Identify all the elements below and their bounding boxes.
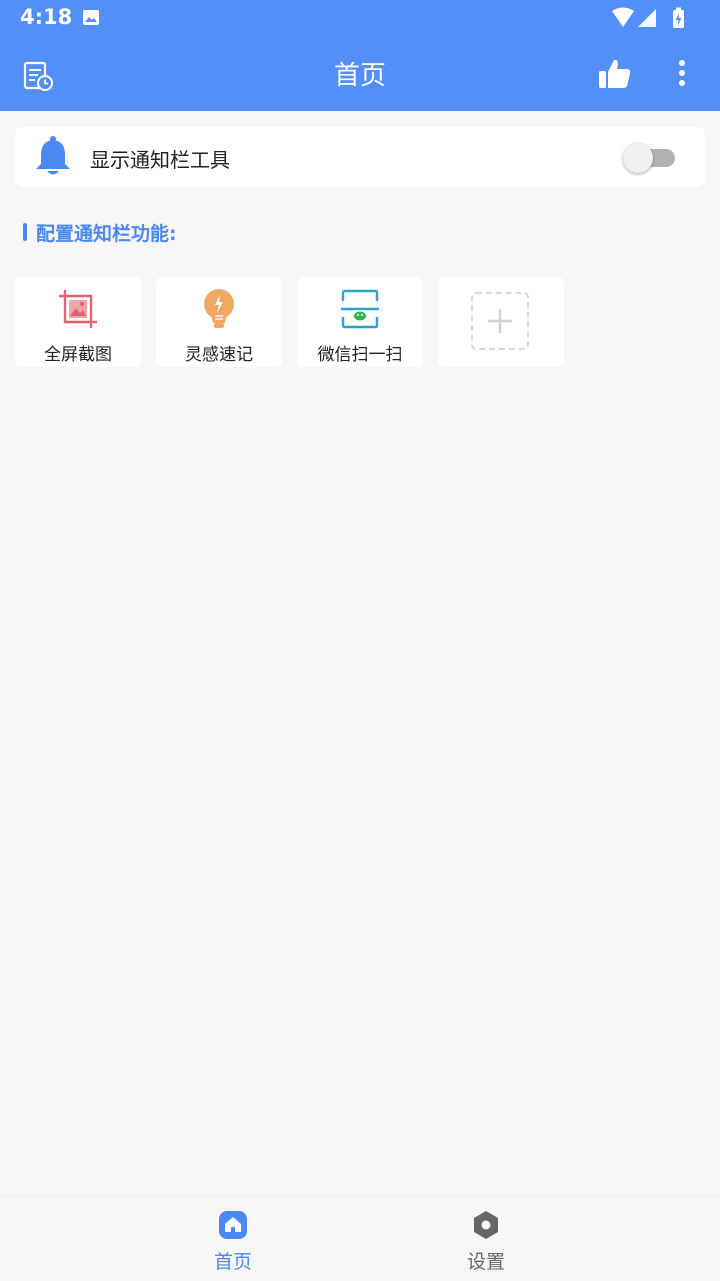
more-vertical-icon[interactable] (668, 58, 696, 88)
function-wechat-scan[interactable]: 微信扫一扫 (297, 277, 423, 367)
app-bar: 首页 (0, 36, 720, 111)
thumbs-up-icon[interactable] (598, 58, 632, 90)
function-label: 微信扫一扫 (317, 345, 403, 365)
toggle-knob (623, 143, 653, 173)
bell-icon (36, 136, 70, 175)
system-status-icons (612, 7, 684, 28)
function-label: 全屏截图 (44, 345, 112, 365)
status-time: 4:18 (20, 5, 73, 29)
nav-home-label: 首页 (213, 1251, 252, 1273)
function-label: 灵感速记 (185, 345, 253, 365)
nav-settings[interactable]: 设置 (426, 1196, 546, 1281)
bottom-navigation: 首页 设置 (0, 1195, 720, 1281)
add-box (471, 292, 529, 350)
function-screenshot[interactable]: 全屏截图 (15, 277, 141, 367)
plus-icon (488, 309, 512, 333)
lightbulb-icon (204, 289, 234, 328)
section-title: 配置通知栏功能: (36, 223, 177, 245)
wechat-scan-icon (341, 289, 379, 329)
notification-toolbar-card: 显示通知栏工具 (15, 127, 705, 187)
screenshot-crop-icon (59, 290, 97, 328)
add-function-button[interactable] (438, 277, 564, 367)
nav-home[interactable]: 首页 (173, 1196, 293, 1281)
section-marker (23, 223, 27, 241)
wifi-icon (612, 7, 634, 27)
image-icon (83, 10, 99, 25)
nav-settings-label: 设置 (466, 1251, 505, 1273)
notification-toggle-switch[interactable] (623, 143, 677, 173)
home-icon (219, 1211, 247, 1239)
settings-icon (474, 1211, 498, 1239)
status-bar: 4:18 (0, 0, 720, 36)
notification-toggle-label: 显示通知栏工具 (90, 148, 230, 172)
signal-icon (638, 9, 656, 27)
battery-charging-icon (673, 7, 684, 28)
function-quick-note[interactable]: 灵感速记 (156, 277, 282, 367)
